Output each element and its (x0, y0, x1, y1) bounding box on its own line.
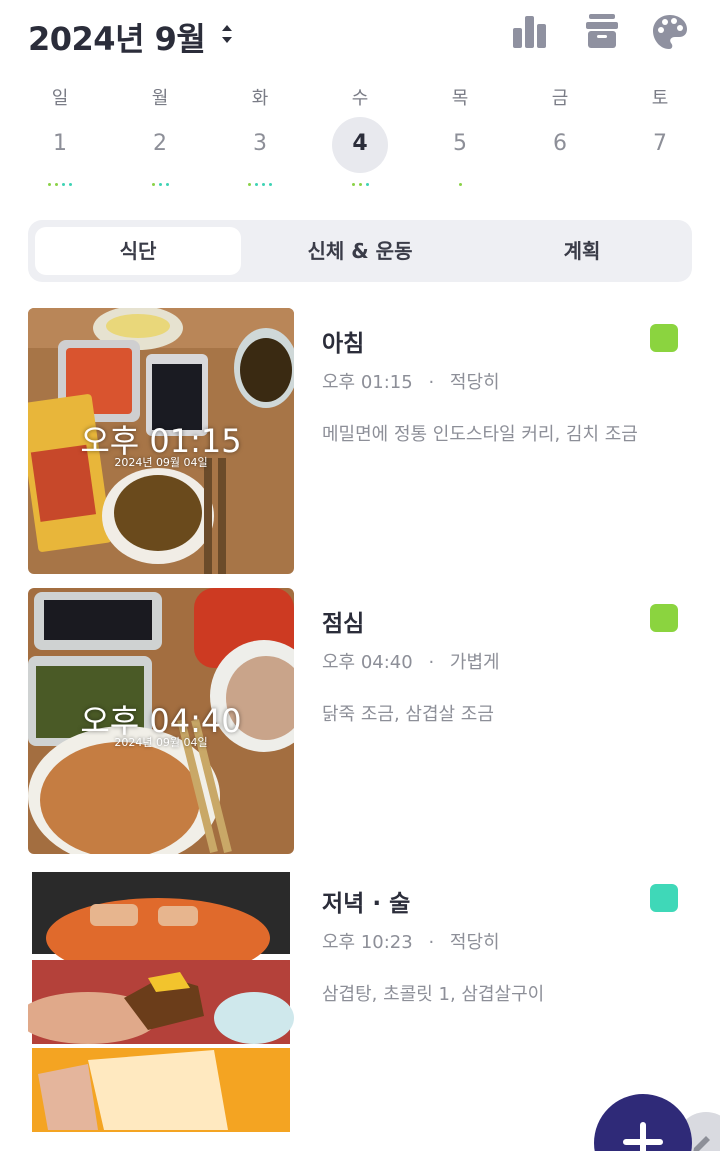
pencil-icon (693, 1136, 710, 1151)
meal-title: 아침 (322, 331, 365, 357)
day-number: 4 (352, 131, 368, 156)
meal-card-breakfast[interactable]: 오후 01:15 2024년 09월 04일 아침 오후 01:15 · 적당히… (28, 308, 692, 574)
record-dot (151, 183, 155, 186)
day-cell[interactable]: 토7 (610, 84, 710, 194)
photo-date-overlay: 2024년 09월 04일 (114, 736, 208, 749)
meal-time: 오후 10:23 (322, 932, 413, 953)
weekday-label: 일 (51, 88, 69, 109)
record-dot (262, 183, 265, 186)
meal-photo[interactable]: 오후 01:15 2024년 09월 04일 (28, 308, 294, 574)
meal-photo[interactable] (28, 868, 294, 1134)
weekday-label: 금 (551, 88, 569, 109)
meal-card-dinner[interactable]: 저녁 · 술 오후 10:23 · 적당히 삼겹탕, 초콜릿 1, 삼겹살구이 (28, 868, 692, 1134)
meal-subtitle: 오후 01:15 · 적당히 (322, 368, 500, 394)
record-dots (510, 183, 610, 189)
meal-amount: 적당히 (449, 932, 500, 953)
day-number-wrap: 2 (132, 117, 188, 173)
day-number: 3 (253, 131, 267, 156)
weekday-label: 월 (151, 88, 169, 109)
day-number: 5 (453, 131, 467, 156)
stats-icon[interactable] (510, 12, 550, 52)
meal-title: 저녁 · 술 (322, 891, 411, 917)
record-dot (62, 183, 65, 186)
day-number: 1 (53, 131, 67, 156)
day-cell[interactable]: 금6 (510, 84, 610, 194)
day-number-wrap: 3 (232, 117, 288, 173)
record-dots (110, 183, 210, 189)
record-dot (248, 183, 251, 186)
day-number-wrap: 7 (632, 117, 688, 173)
record-dot (55, 183, 58, 186)
photo-date-overlay: 2024년 09월 04일 (114, 456, 208, 469)
plus-icon-vertical (640, 1122, 646, 1151)
category-tag (650, 604, 678, 632)
day-number-wrap: 6 (532, 117, 588, 173)
meal-subtitle: 오후 10:23 · 적당히 (322, 928, 500, 954)
day-cell[interactable]: 일1 (10, 84, 110, 194)
segmented-tabs: 식단 신체 & 운동 계획 (28, 220, 692, 282)
record-dot (69, 183, 72, 186)
tab-plan[interactable]: 계획 (479, 227, 685, 275)
separator-dot: · (428, 372, 435, 393)
record-dots (410, 183, 510, 189)
record-dot (255, 183, 258, 186)
meal-card-lunch[interactable]: 오후 04:40 2024년 09월 04일 점심 오후 04:40 · 가볍게… (28, 588, 692, 854)
meal-title: 점심 (322, 611, 365, 637)
day-cell[interactable]: 목5 (410, 84, 510, 194)
weekday-label: 목 (451, 88, 469, 109)
day-number: 7 (653, 131, 667, 156)
record-dot (365, 183, 369, 186)
header: 2024년 9월 (0, 0, 720, 70)
palette-icon[interactable] (650, 12, 690, 52)
record-dots (210, 183, 310, 189)
sort-toggle-icon[interactable] (218, 20, 236, 48)
day-cell[interactable]: 수4 (310, 84, 410, 194)
record-dot (158, 183, 162, 186)
record-dot (351, 183, 355, 186)
separator-dot: · (428, 932, 435, 953)
meal-amount: 가볍게 (449, 652, 500, 673)
tab-body-exercise[interactable]: 신체 & 운동 (257, 227, 463, 275)
day-number: 6 (553, 131, 567, 156)
separator-dot: · (428, 652, 435, 673)
record-dot (358, 183, 362, 186)
category-tag (650, 884, 678, 912)
day-cell[interactable]: 화3 (210, 84, 310, 194)
weekday-label: 수 (351, 88, 369, 109)
record-dots (310, 183, 410, 189)
meal-time: 오후 04:40 (322, 652, 413, 673)
day-number-wrap: 5 (432, 117, 488, 173)
meal-subtitle: 오후 04:40 · 가볍게 (322, 648, 500, 674)
record-dots (10, 183, 110, 189)
weekday-label: 화 (251, 88, 269, 109)
day-number: 2 (153, 131, 167, 156)
storage-box-icon[interactable] (582, 12, 622, 52)
category-tag (650, 324, 678, 352)
record-dot (458, 183, 462, 186)
tab-meal[interactable]: 식단 (35, 227, 241, 275)
meal-amount: 적당히 (449, 372, 500, 393)
week-strip: 일1월2화3수4목5금6토7 (0, 84, 720, 194)
meal-photo[interactable]: 오후 04:40 2024년 09월 04일 (28, 588, 294, 854)
record-dots (610, 183, 710, 189)
month-title[interactable]: 2024년 9월 (28, 14, 206, 60)
meal-description: 메밀면에 정통 인도스타일 커리, 김치 조금 (322, 424, 638, 445)
meal-time: 오후 01:15 (322, 372, 413, 393)
record-dot (165, 183, 169, 186)
meal-description: 닭죽 조금, 삼겹살 조금 (322, 704, 494, 725)
record-dot (269, 183, 272, 186)
weekday-label: 토 (651, 88, 669, 109)
meal-description: 삼겹탕, 초콜릿 1, 삼겹살구이 (322, 984, 545, 1005)
record-dot (48, 183, 51, 186)
day-number-wrap: 1 (32, 117, 88, 173)
selected-day-highlight: 4 (332, 117, 388, 173)
day-cell[interactable]: 월2 (110, 84, 210, 194)
